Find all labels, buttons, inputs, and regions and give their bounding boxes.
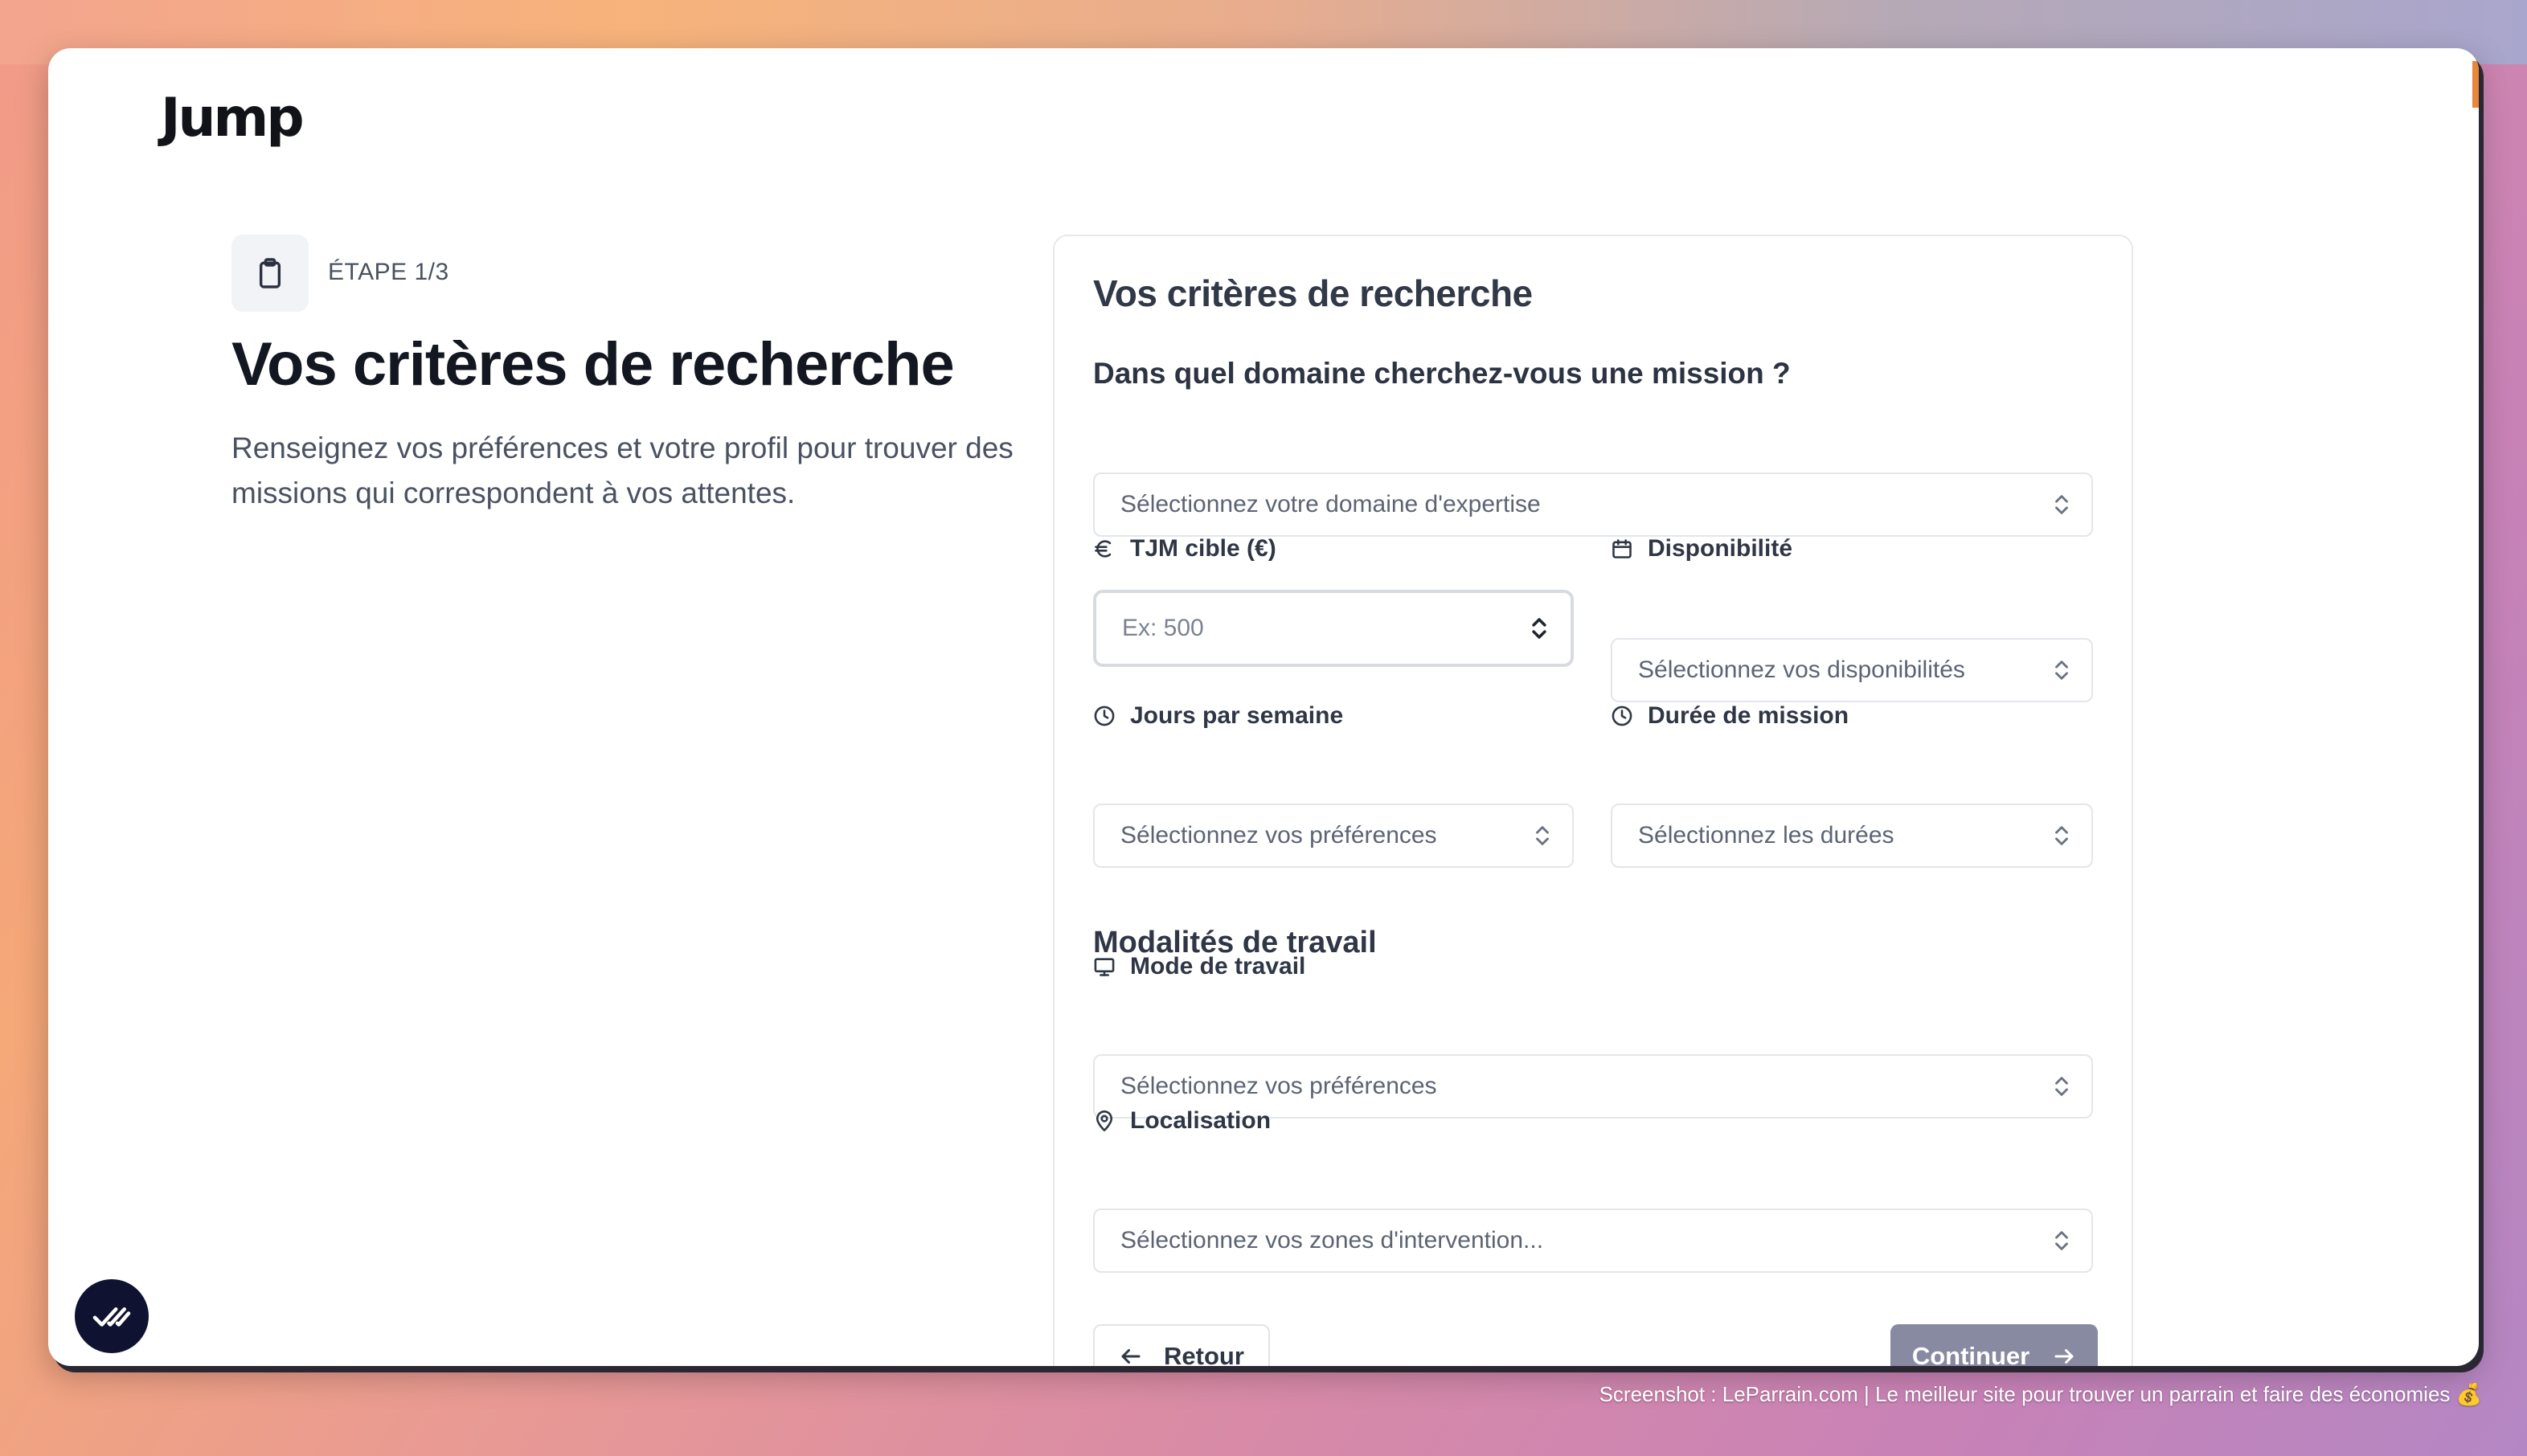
map-pin-icon bbox=[1096, 1110, 1113, 1131]
chevron-up-down-icon bbox=[2055, 495, 2068, 514]
clipboard-icon bbox=[259, 258, 281, 288]
location-label-text: Localisation bbox=[1130, 1107, 1272, 1134]
double-check-icon bbox=[92, 1307, 131, 1327]
step-indicator bbox=[231, 235, 309, 312]
screenshot-credit: Screenshot : LeParrain.com | Le meilleur… bbox=[1599, 1382, 2482, 1406]
domain-select-value: Sélectionnez votre domaine d'expertise bbox=[1120, 491, 1541, 517]
clock-icon bbox=[1612, 706, 1632, 726]
page-description: Renseignez vos préférences et votre prof… bbox=[231, 431, 1014, 509]
calendar-icon bbox=[1612, 539, 1632, 558]
chevron-up-down-icon bbox=[2055, 1231, 2068, 1250]
search-criteria-form: Vos critères de recherche Dans quel doma… bbox=[1053, 235, 2133, 1366]
step-label: ÉTAPE 1/3 bbox=[328, 259, 449, 285]
domain-select[interactable]: Sélectionnez votre domaine d'expertise bbox=[1093, 472, 2093, 537]
tjm-input-placeholder: Ex: 500 bbox=[1122, 615, 1204, 641]
help-chat-button[interactable] bbox=[75, 1279, 149, 1353]
mission-duration-select[interactable]: Sélectionnez les durées bbox=[1611, 804, 2093, 868]
window-accent bbox=[2472, 61, 2479, 108]
mission-duration-label: Durée de mission bbox=[1611, 702, 1849, 730]
days-per-week-select[interactable]: Sélectionnez vos préférences bbox=[1093, 804, 1574, 868]
days-per-week-label-text: Jours par semaine bbox=[1130, 702, 1344, 729]
mission-duration-select-value: Sélectionnez les durées bbox=[1638, 822, 1894, 849]
back-button[interactable]: Retour bbox=[1093, 1324, 1270, 1366]
tjm-input[interactable]: Ex: 500 bbox=[1093, 590, 1574, 667]
availability-select[interactable]: Sélectionnez vos disponibilités bbox=[1611, 638, 2093, 702]
chevron-up-down-icon bbox=[1536, 826, 1549, 845]
form-title: Vos critères de recherche bbox=[1093, 272, 1533, 314]
availability-select-value: Sélectionnez vos disponibilités bbox=[1638, 656, 1965, 683]
euro-icon bbox=[1095, 540, 1112, 558]
domain-question: Dans quel domaine cherchez-vous une miss… bbox=[1093, 357, 1791, 390]
days-per-week-label: Jours par semaine bbox=[1093, 702, 1343, 730]
chevron-up-down-icon bbox=[2055, 826, 2068, 845]
location-select-value: Sélectionnez vos zones d'intervention... bbox=[1120, 1227, 1544, 1254]
back-button-label: Retour bbox=[1164, 1342, 1244, 1366]
page-title: Vos critères de recherche bbox=[231, 330, 955, 399]
jump-logo[interactable]: Jump bbox=[161, 87, 305, 149]
monitor-icon bbox=[1094, 958, 1115, 976]
availability-label: Disponibilité bbox=[1611, 535, 1792, 562]
work-mode-label: Mode de travail bbox=[1093, 953, 1305, 980]
chevron-up-down-icon bbox=[2055, 661, 2068, 680]
number-stepper-icon[interactable] bbox=[1530, 615, 1548, 642]
arrow-left-icon bbox=[1121, 1349, 1141, 1364]
work-mode-label-text: Mode de travail bbox=[1130, 953, 1306, 980]
location-select[interactable]: Sélectionnez vos zones d'intervention... bbox=[1093, 1209, 2093, 1273]
location-label: Localisation bbox=[1093, 1107, 1271, 1135]
mission-duration-label-text: Durée de mission bbox=[1648, 702, 1849, 729]
work-mode-select-value: Sélectionnez vos préférences bbox=[1120, 1073, 1437, 1099]
clock-icon bbox=[1094, 706, 1115, 726]
days-per-week-select-value: Sélectionnez vos préférences bbox=[1120, 822, 1437, 849]
app-window: Jump ÉTAPE 1/3 Vos critères de recherche… bbox=[48, 48, 2479, 1366]
tjm-label: TJM cible (€) bbox=[1093, 535, 1276, 562]
availability-label-text: Disponibilité bbox=[1648, 535, 1792, 562]
arrow-right-icon bbox=[2054, 1349, 2074, 1364]
tjm-label-text: TJM cible (€) bbox=[1130, 535, 1276, 562]
continue-button-label: Continuer bbox=[1911, 1342, 2030, 1366]
continue-button[interactable]: Continuer bbox=[1890, 1324, 2098, 1366]
chevron-up-down-icon bbox=[2055, 1077, 2068, 1096]
